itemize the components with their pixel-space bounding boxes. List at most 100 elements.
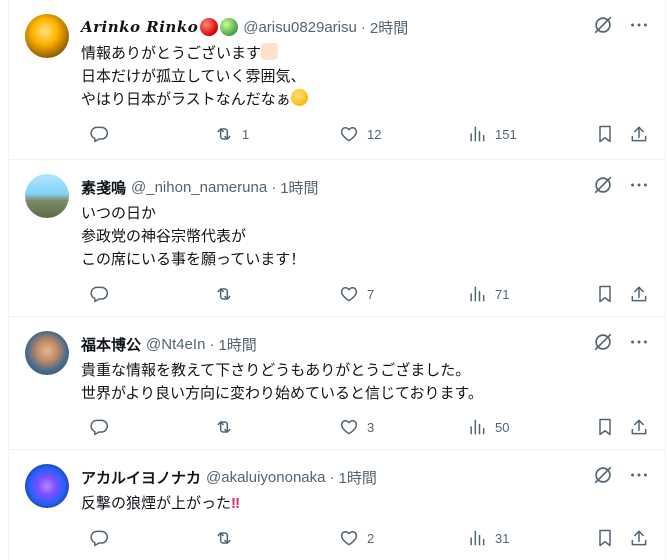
tweet-3[interactable]: 福本博公 @Nt4eIn · 1時間 貴重な情報を教えて下さりどうもありがとうご…	[9, 317, 666, 450]
bookmark-button[interactable]	[595, 124, 615, 144]
view-count: 50	[495, 419, 510, 435]
user-handle[interactable]: @akaluiyononaka	[206, 469, 325, 486]
separator-dot: ·	[209, 335, 215, 353]
views-icon	[467, 284, 487, 304]
like-icon	[339, 528, 359, 548]
retweet-icon	[214, 284, 234, 304]
share-button[interactable]	[629, 417, 649, 437]
tweet-line: いつの日か	[81, 205, 157, 222]
bookmark-button[interactable]	[595, 528, 615, 548]
red-apple-icon	[200, 18, 219, 36]
views-button[interactable]: 71	[467, 284, 509, 304]
tweet-text: 情報ありがとうございます 日本だけが孤立していく雰囲気、 やはり日本がラストなん…	[81, 42, 646, 111]
tweet-2[interactable]: 素戔嗚 @_nihon_nameruna · 1時間 いつの日か 参政党の神谷宗…	[9, 160, 666, 317]
reply-button[interactable]	[89, 124, 117, 144]
separator-dot: ·	[271, 178, 277, 196]
tweet-line: 日本だけが孤立していく雰囲気、	[81, 68, 306, 85]
tweet-4[interactable]: アカルイヨノナカ @akaluiyononaka · 1時間 反撃の狼煙が上がっ…	[9, 450, 666, 560]
timestamp[interactable]: 1時間	[218, 334, 256, 355]
views-icon	[467, 528, 487, 548]
folded-hands-icon	[261, 43, 279, 60]
tweet-line: この席にいる事を願っています！	[81, 251, 306, 268]
share-icon	[629, 124, 649, 144]
like-count: 7	[367, 286, 375, 302]
share-icon	[629, 528, 649, 548]
display-name[interactable]: アカルイヨノナカ	[81, 467, 201, 488]
tweet-line: 情報ありがとうございます	[81, 45, 262, 62]
user-handle[interactable]: @arisu0829arisu	[243, 19, 357, 36]
action-bar: 7 71	[81, 284, 650, 304]
timestamp[interactable]: 1時間	[339, 467, 377, 488]
tweet-1[interactable]: Arinko Rinko @arisu0829arisu · 2時間 情報ありが…	[9, 0, 666, 160]
reply-button[interactable]	[89, 284, 117, 304]
share-icon	[629, 284, 649, 304]
user-handle[interactable]: @_nihon_nameruna	[131, 179, 267, 196]
tweet-line: 参政党の神谷宗幣代表が	[81, 228, 247, 245]
views-button[interactable]: 151	[467, 124, 517, 144]
retweet-icon	[214, 528, 234, 548]
more-icon[interactable]	[628, 14, 650, 36]
tweet-header: Arinko Rinko @arisu0829arisu · 2時間	[81, 16, 650, 38]
like-button[interactable]: 12	[339, 124, 381, 144]
share-button[interactable]	[629, 284, 649, 304]
bookmark-button[interactable]	[595, 284, 615, 304]
retweet-button[interactable]	[214, 528, 242, 548]
tweet-text: 貴重な情報を教えて下さりどうもありがとうござました。 世界がより良い方向に変わり…	[81, 359, 646, 405]
avatar[interactable]	[25, 464, 69, 508]
tweet-header: アカルイヨノナカ @akaluiyononaka · 1時間	[81, 466, 650, 488]
user-handle[interactable]: @Nt4eIn	[146, 336, 205, 353]
reply-icon	[89, 417, 109, 437]
separator-dot: ·	[329, 468, 335, 486]
reply-button[interactable]	[89, 417, 117, 437]
display-name[interactable]: 福本博公	[81, 334, 141, 355]
timestamp[interactable]: 2時間	[370, 17, 408, 38]
timestamp[interactable]: 1時間	[280, 177, 318, 198]
views-icon	[467, 124, 487, 144]
display-name[interactable]: Arinko Rinko	[81, 18, 198, 36]
retweet-icon	[214, 124, 234, 144]
tweet-line: やはり日本がラストなんだなぁ	[81, 91, 291, 108]
relieved-face-icon	[290, 89, 308, 106]
like-button[interactable]: 2	[339, 528, 374, 548]
tweet-text: 反撃の狼煙が上がった‼	[81, 492, 646, 515]
like-count: 2	[367, 530, 375, 546]
more-icon[interactable]	[628, 174, 650, 196]
like-button[interactable]: 3	[339, 417, 374, 437]
reply-icon	[89, 528, 109, 548]
tweet-header: 素戔嗚 @_nihon_nameruna · 1時間	[81, 176, 650, 198]
grok-icon[interactable]	[592, 464, 614, 486]
view-count: 151	[495, 126, 517, 142]
grok-icon[interactable]	[592, 14, 614, 36]
avatar[interactable]	[25, 331, 69, 375]
tweet-line: 貴重な情報を教えて下さりどうもありがとうござました。	[81, 362, 471, 379]
like-icon	[339, 284, 359, 304]
retweet-button[interactable]: 1	[214, 124, 249, 144]
retweet-count: 1	[242, 126, 250, 142]
views-button[interactable]: 50	[467, 417, 509, 437]
share-button[interactable]	[629, 528, 649, 548]
bookmark-icon	[595, 528, 615, 548]
retweet-button[interactable]	[214, 284, 242, 304]
view-count: 71	[495, 286, 510, 302]
views-button[interactable]: 31	[467, 528, 509, 548]
like-button[interactable]: 7	[339, 284, 374, 304]
grok-icon[interactable]	[592, 331, 614, 353]
reply-button[interactable]	[89, 528, 117, 548]
separator-dot: ·	[360, 18, 366, 36]
double-exclamation-icon: ‼	[231, 495, 241, 512]
green-apple-icon	[220, 18, 239, 36]
like-icon	[339, 124, 359, 144]
avatar[interactable]	[25, 174, 69, 218]
share-button[interactable]	[629, 124, 649, 144]
views-icon	[467, 417, 487, 437]
display-name[interactable]: 素戔嗚	[81, 177, 126, 198]
more-icon[interactable]	[628, 331, 650, 353]
retweet-button[interactable]	[214, 417, 242, 437]
bookmark-icon	[595, 124, 615, 144]
action-bar: 2 31	[81, 528, 650, 548]
bookmark-button[interactable]	[595, 417, 615, 437]
avatar[interactable]	[25, 14, 69, 58]
grok-icon[interactable]	[592, 174, 614, 196]
like-icon	[339, 417, 359, 437]
more-icon[interactable]	[628, 464, 650, 486]
